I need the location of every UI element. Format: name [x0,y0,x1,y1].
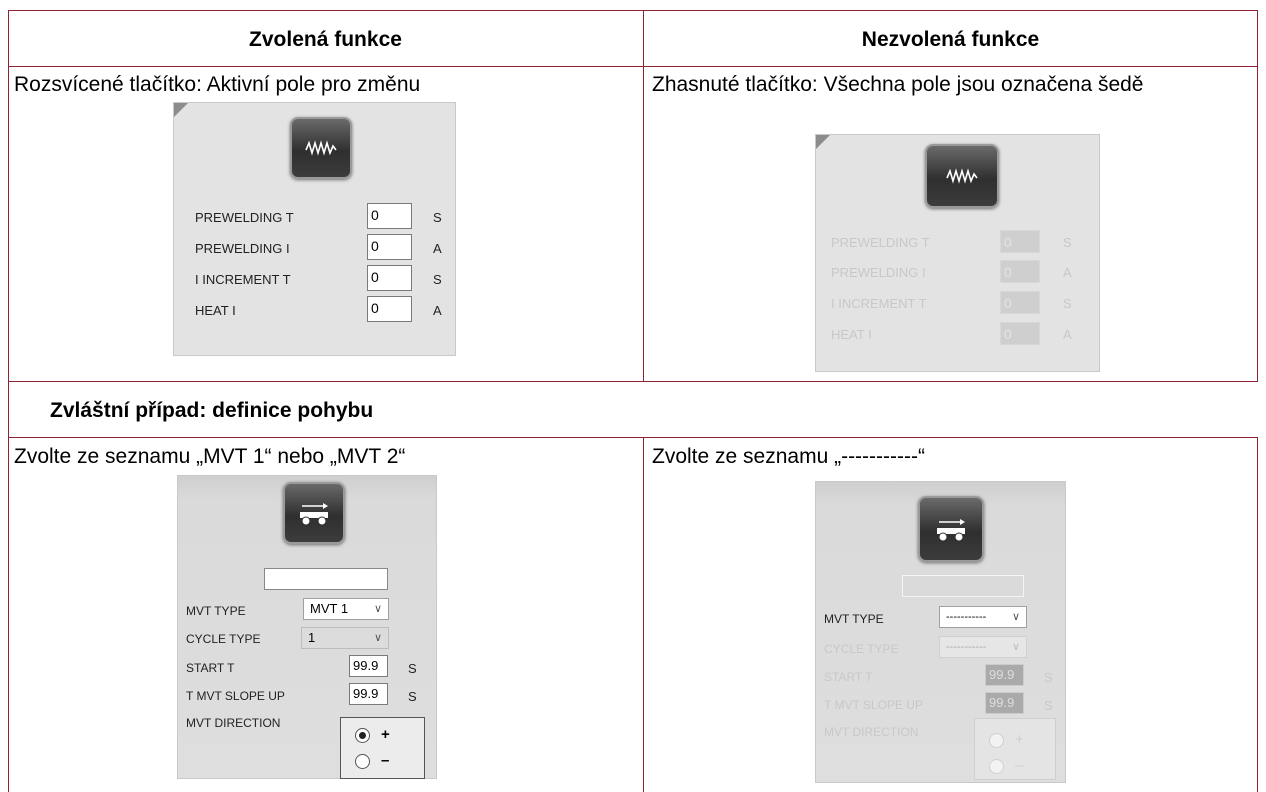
weld-panel-active: PREWELDING T 0 S PREWELDING I 0 A I INCR… [173,102,456,356]
carriage-arrow-icon[interactable] [283,482,345,544]
direction-radio-group-disabled: + – [974,718,1056,780]
field-unit: A [1063,265,1072,280]
plus-label: + [1015,731,1024,748]
heat-i-input-disabled: 0 [1000,322,1040,345]
plus-label: + [381,726,390,743]
header-unselected-function: Nezvolená funkce [861,28,1040,51]
cycle-type-value: 1 [308,630,316,645]
direction-label: MVT DIRECTION [186,716,281,730]
table-divider-row1 [8,381,1258,382]
field-label: PREWELDING T [831,235,930,250]
table-border-right-bottom [1257,437,1258,792]
cycle-type-label: CYCLE TYPE [186,632,261,646]
direction-plus-radio[interactable] [355,728,370,743]
table-column-divider-top [643,10,644,382]
mvt-type-label: MVT TYPE [186,604,246,618]
panel-corner-marker [816,135,830,149]
slope-up-input-disabled: 99.9 [985,692,1024,714]
cycle-type-select-disabled: ----------- ∨ [939,636,1027,658]
mvt-panel-active: MVT TYPE MVT 1 ∨ CYCLE TYPE 1 ∨ START T … [177,475,437,779]
start-t-input[interactable]: 99.9 [349,655,388,677]
prewelding-i-input[interactable]: 0 [367,234,412,260]
field-unit: A [433,303,442,318]
mvt-panel-inactive: MVT TYPE ----------- ∨ CYCLE TYPE ------… [815,481,1066,783]
weld-panel-inactive: PREWELDING T 0 S PREWELDING I 0 A I INCR… [815,134,1100,372]
table-column-divider-bottom [643,437,644,792]
field-unit: A [433,241,442,256]
minus-label: – [381,752,390,769]
weld-wave-icon [925,144,999,208]
slope-up-unit: S [408,689,417,704]
direction-plus-radio-disabled [989,733,1004,748]
field-unit: A [1063,327,1072,342]
start-t-label: START T [186,661,235,675]
mvt-type-value: MVT 1 [310,601,349,616]
cycle-type-label: CYCLE TYPE [824,642,899,656]
table-border-left [8,10,9,792]
table-border-top [8,10,1258,11]
field-label: I INCREMENT T [195,272,291,287]
document-table: Zvolená funkce Nezvolená funkce Rozsvíce… [0,0,1266,792]
lit-button-description: Rozsvícené tlačítko: Aktivní pole pro zm… [14,73,421,96]
field-label: HEAT I [831,327,872,342]
mvt-type-value: ----------- [946,611,987,623]
chevron-down-icon: ∨ [1011,611,1020,623]
direction-minus-radio[interactable] [355,754,370,769]
mvt-type-label: MVT TYPE [824,612,884,626]
cycle-type-select[interactable]: 1 ∨ [301,627,389,649]
movement-name-input[interactable] [264,568,388,590]
weld-wave-icon[interactable] [290,117,352,179]
header-selected-function: Zvolená funkce [249,28,402,51]
table-border-right-top [1257,10,1258,382]
section-title-movement: Zvláštní případ: definice pohybu [50,399,374,422]
slope-up-input[interactable]: 99.9 [349,683,388,705]
mvt-select-description: Zvolte ze seznamu „MVT 1“ nebo „MVT 2“ [14,445,406,468]
field-label: PREWELDING T [195,210,294,225]
start-t-input-disabled: 99.9 [985,664,1024,686]
cycle-type-value: ----------- [946,641,987,653]
field-unit: S [433,272,442,287]
field-label: I INCREMENT T [831,296,927,311]
panel-corner-marker [174,103,188,117]
direction-radio-group: + – [340,717,425,779]
table-divider-header [8,66,1258,67]
heat-i-input[interactable]: 0 [367,296,412,322]
direction-minus-radio-disabled [989,759,1004,774]
prewelding-t-input[interactable]: 0 [367,203,412,229]
start-t-label: START T [824,670,873,684]
slope-up-label: T MVT SLOPE UP [186,689,285,703]
movement-name-input-disabled [902,575,1024,597]
field-label: HEAT I [195,303,236,318]
chevron-down-icon: ∨ [373,603,382,615]
minus-label: – [1015,757,1024,774]
carriage-arrow-icon [918,496,984,562]
field-unit: S [433,210,442,225]
mvt-empty-description: Zvolte ze seznamu „-----------“ [652,445,925,468]
table-divider-section [8,437,1258,438]
field-unit: S [1063,296,1072,311]
unlit-button-description: Zhasnuté tlačítko: Všechna pole jsou ozn… [652,73,1144,96]
i-increment-t-input-disabled: 0 [1000,291,1040,314]
slope-up-label: T MVT SLOPE UP [824,698,923,712]
direction-label: MVT DIRECTION [824,725,919,739]
slope-up-unit: S [1044,698,1053,713]
start-t-unit: S [408,661,417,676]
mvt-type-select[interactable]: ----------- ∨ [939,606,1027,628]
prewelding-i-input-disabled: 0 [1000,260,1040,283]
chevron-down-icon: ∨ [1011,641,1020,653]
i-increment-t-input[interactable]: 0 [367,265,412,291]
mvt-type-select[interactable]: MVT 1 ∨ [303,598,389,620]
prewelding-t-input-disabled: 0 [1000,230,1040,253]
field-label: PREWELDING I [195,241,290,256]
chevron-down-icon: ∨ [373,632,382,644]
field-unit: S [1063,235,1072,250]
start-t-unit: S [1044,670,1053,685]
field-label: PREWELDING I [831,265,926,280]
